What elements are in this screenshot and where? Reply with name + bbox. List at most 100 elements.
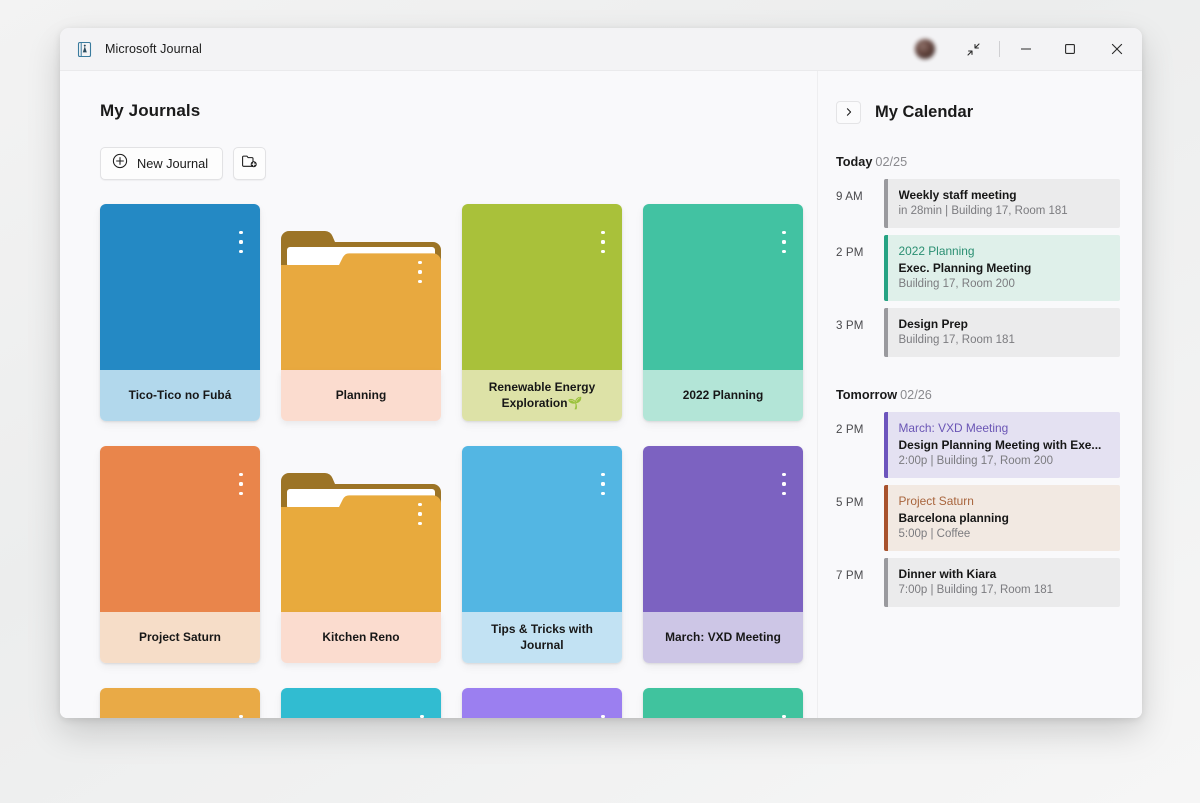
more-vertical-icon[interactable] bbox=[413, 503, 427, 525]
new-folder-button[interactable] bbox=[233, 147, 266, 180]
calendar-event-card[interactable]: Project SaturnBarcelona planning5:00p | … bbox=[884, 485, 1120, 551]
maximize-icon[interactable] bbox=[1048, 28, 1092, 71]
app-window: Microsoft Journal My Jour bbox=[60, 28, 1142, 718]
event-body: March: VXD MeetingDesign Planning Meetin… bbox=[888, 412, 1121, 478]
event-title: Barcelona planning bbox=[899, 510, 1111, 526]
journal-card-title: March: VXD Meeting bbox=[665, 630, 781, 646]
journal-cover bbox=[100, 688, 260, 718]
calendar-event-card[interactable]: Design PrepBuilding 17, Room 181 bbox=[884, 308, 1120, 357]
journal-card-title: Tips & Tricks with Journal bbox=[471, 622, 613, 653]
more-vertical-icon[interactable] bbox=[234, 231, 248, 253]
calendar-day-heading: Today02/25 bbox=[836, 155, 1120, 169]
event-title: Dinner with Kiara bbox=[899, 566, 1111, 582]
calendar-day-date: 02/25 bbox=[875, 155, 907, 169]
calendar-event-row: 7 PMDinner with Kiara7:00p | Building 17… bbox=[836, 558, 1120, 607]
more-vertical-icon[interactable] bbox=[777, 715, 791, 718]
journal-cover bbox=[462, 688, 622, 718]
journal-grid: Tico-Tico no Fubá Planning Renewable Energ… bbox=[100, 204, 817, 718]
calendar-collapse-button[interactable] bbox=[836, 101, 861, 124]
calendar-event-row: 2 PM2022 PlanningExec. Planning MeetingB… bbox=[836, 235, 1120, 301]
calendar-event-row: 3 PMDesign PrepBuilding 17, Room 181 bbox=[836, 308, 1120, 357]
calendar-day-heading: Tomorrow02/26 bbox=[836, 388, 1120, 402]
plus-circle-icon bbox=[112, 153, 128, 174]
journal-card-footer: Renewable Energy Exploration🌱 bbox=[462, 370, 622, 421]
event-body: 2022 PlanningExec. Planning MeetingBuild… bbox=[888, 235, 1121, 301]
more-vertical-icon[interactable] bbox=[415, 715, 429, 718]
calendar-title: My Calendar bbox=[875, 103, 973, 122]
event-time: 7 PM bbox=[836, 558, 884, 582]
calendar-event-card[interactable]: 2022 PlanningExec. Planning MeetingBuild… bbox=[884, 235, 1120, 301]
journal-cover bbox=[281, 688, 441, 718]
event-journal-label: 2022 Planning bbox=[899, 243, 1111, 259]
more-vertical-icon[interactable] bbox=[596, 473, 610, 495]
journal-card[interactable]: March: VXD Meeting bbox=[643, 446, 803, 663]
journal-card-footer: 2022 Planning bbox=[643, 370, 803, 421]
more-vertical-icon[interactable] bbox=[777, 231, 791, 253]
journal-card[interactable] bbox=[281, 688, 441, 718]
journal-card-footer: Tips & Tricks with Journal bbox=[462, 612, 622, 663]
journal-cover bbox=[462, 446, 622, 612]
journals-pane: My Journals New Journal bbox=[60, 71, 817, 718]
more-vertical-icon[interactable] bbox=[234, 715, 248, 718]
event-subtitle: 5:00p | Coffee bbox=[899, 526, 1111, 542]
new-journal-button[interactable]: New Journal bbox=[100, 147, 223, 180]
user-avatar[interactable] bbox=[915, 39, 935, 59]
event-title: Exec. Planning Meeting bbox=[899, 260, 1111, 276]
journal-card-footer: Project Saturn bbox=[100, 612, 260, 663]
calendar-event-row: 9 AMWeekly staff meetingin 28min | Build… bbox=[836, 179, 1120, 228]
event-body: Dinner with Kiara7:00p | Building 17, Ro… bbox=[888, 558, 1121, 607]
calendar-event-card[interactable]: Weekly staff meetingin 28min | Building … bbox=[884, 179, 1120, 228]
journal-card[interactable] bbox=[643, 688, 803, 718]
journal-card[interactable]: Tico-Tico no Fubá bbox=[100, 204, 260, 421]
more-vertical-icon[interactable] bbox=[777, 473, 791, 495]
folder-add-icon bbox=[241, 153, 258, 174]
journal-card-title: Renewable Energy Exploration🌱 bbox=[471, 380, 613, 411]
journal-card[interactable] bbox=[462, 688, 622, 718]
journal-card-footer: Planning bbox=[281, 370, 441, 421]
journal-cover bbox=[643, 688, 803, 718]
journal-cover bbox=[643, 204, 803, 370]
more-vertical-icon[interactable] bbox=[234, 473, 248, 495]
event-time: 5 PM bbox=[836, 485, 884, 509]
more-vertical-icon[interactable] bbox=[413, 261, 427, 283]
calendar-event-list: 9 AMWeekly staff meetingin 28min | Build… bbox=[836, 179, 1120, 357]
journal-card-title: Tico-Tico no Fubá bbox=[129, 388, 232, 404]
journal-card[interactable]: 2022 Planning bbox=[643, 204, 803, 421]
journal-folder-card[interactable]: Planning bbox=[281, 204, 441, 421]
journal-card-title: Project Saturn bbox=[139, 630, 221, 646]
journal-card[interactable] bbox=[100, 688, 260, 718]
more-vertical-icon[interactable] bbox=[596, 231, 610, 253]
titlebar-divider bbox=[999, 41, 1000, 57]
event-time: 2 PM bbox=[836, 235, 884, 259]
journals-toolbar: New Journal bbox=[100, 147, 817, 180]
calendar-day-date: 02/26 bbox=[900, 388, 932, 402]
calendar-event-list: 2 PMMarch: VXD MeetingDesign Planning Me… bbox=[836, 412, 1120, 607]
new-journal-label: New Journal bbox=[137, 156, 208, 171]
event-subtitle: 7:00p | Building 17, Room 181 bbox=[899, 582, 1111, 598]
journal-card[interactable]: Renewable Energy Exploration🌱 bbox=[462, 204, 622, 421]
event-title: Design Planning Meeting with Exe... bbox=[899, 437, 1111, 453]
window-controls bbox=[915, 28, 1142, 70]
journal-card[interactable]: Tips & Tricks with Journal bbox=[462, 446, 622, 663]
event-subtitle: Building 17, Room 181 bbox=[899, 332, 1111, 348]
journal-cover bbox=[100, 446, 260, 612]
journal-folder-card[interactable]: Kitchen Reno bbox=[281, 446, 441, 663]
journal-card[interactable]: Project Saturn bbox=[100, 446, 260, 663]
event-time: 9 AM bbox=[836, 179, 884, 203]
calendar-event-card[interactable]: Dinner with Kiara7:00p | Building 17, Ro… bbox=[884, 558, 1120, 607]
calendar-event-card[interactable]: March: VXD MeetingDesign Planning Meetin… bbox=[884, 412, 1120, 478]
event-body: Project SaturnBarcelona planning5:00p | … bbox=[888, 485, 1121, 551]
folder-illustration bbox=[281, 231, 441, 370]
collapse-arrows-icon[interactable] bbox=[951, 28, 995, 71]
event-title: Weekly staff meeting bbox=[899, 187, 1111, 203]
event-time: 2 PM bbox=[836, 412, 884, 436]
title-bar: Microsoft Journal bbox=[60, 28, 1142, 71]
journal-app-icon bbox=[76, 41, 93, 58]
event-journal-label: March: VXD Meeting bbox=[899, 420, 1111, 436]
minimize-icon[interactable] bbox=[1004, 28, 1048, 71]
event-body: Design PrepBuilding 17, Room 181 bbox=[888, 308, 1121, 357]
more-vertical-icon[interactable] bbox=[596, 715, 610, 718]
close-icon[interactable] bbox=[1092, 28, 1142, 71]
journal-cover bbox=[462, 204, 622, 370]
calendar-event-row: 5 PMProject SaturnBarcelona planning5:00… bbox=[836, 485, 1120, 551]
